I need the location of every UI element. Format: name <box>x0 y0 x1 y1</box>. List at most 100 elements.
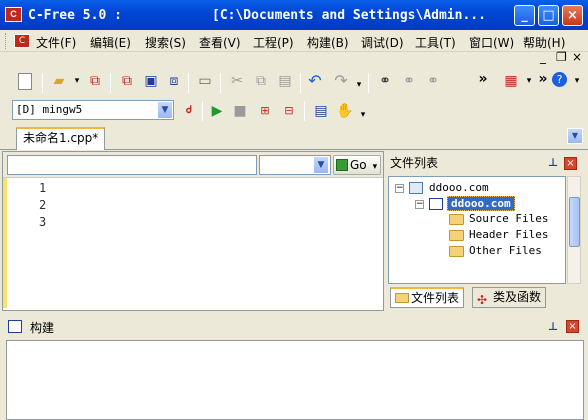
go-dropdown-icon: ▾ <box>372 162 378 172</box>
tab-untitled-cpp[interactable]: 未命名1.cpp* <box>16 127 106 150</box>
save-as-icon[interactable]: ⧉ <box>118 72 136 90</box>
menu-edit[interactable]: 编辑(E) <box>90 34 131 51</box>
class-combo[interactable] <box>7 155 257 175</box>
toolbar-overflow-icon[interactable]: » <box>474 70 492 88</box>
find-next-icon[interactable]: ⚭ <box>400 72 418 90</box>
toolbar-separator <box>368 73 369 93</box>
panel-tabs: 文件列表 ✣ 类及函数 <box>388 287 582 309</box>
menu-search[interactable]: 搜索(S) <box>145 34 186 51</box>
menu-tools[interactable]: 工具(T) <box>415 34 456 51</box>
menu-project[interactable]: 工程(P) <box>253 34 294 51</box>
toolbar-separator <box>202 101 203 121</box>
menu-build[interactable]: 构建(B) <box>307 34 349 51</box>
toolbar-build: [D] mingw5 ▼ Ꮷ ▶ ■ ⊞ ⊟ ▤ ✋ ▾ <box>0 98 588 124</box>
compiler-dropdown-icon[interactable]: ▼ <box>157 101 173 119</box>
tab-file-list[interactable]: 文件列表 <box>390 287 465 308</box>
tree-folder-other[interactable]: Other Files <box>469 244 542 257</box>
menu-file[interactable]: 文件(F) <box>36 34 76 51</box>
maximize-button[interactable]: □ <box>538 5 559 26</box>
open-project-icon[interactable]: ⧉ <box>86 72 104 90</box>
stop-icon[interactable]: ■ <box>231 102 249 120</box>
debug-icon[interactable]: ▤ <box>312 102 330 120</box>
cut-icon[interactable]: ✂ <box>228 72 246 90</box>
help-dropdown-icon[interactable]: ▾ <box>568 72 586 90</box>
compiler-select[interactable]: [D] mingw5 <box>12 100 174 120</box>
paste-icon[interactable]: ▤ <box>276 72 294 90</box>
window-title-path: [C:\Documents and Settings\Admin... <box>212 8 486 23</box>
mdi-controls: _ ❐ × <box>538 50 588 66</box>
title-bar[interactable]: C C-Free 5.0 : [C:\Documents and Setting… <box>0 0 588 30</box>
class-icon: ✣ <box>477 293 488 307</box>
redo-dropdown-icon[interactable]: ▾ <box>350 76 368 94</box>
mdi-minimize-icon[interactable]: _ <box>540 50 546 64</box>
new-file-icon[interactable] <box>18 73 32 90</box>
menu-window[interactable]: 窗口(W) <box>469 34 514 51</box>
tree-root[interactable]: ddooo.com <box>429 181 489 194</box>
toolbar-main: ▰ ▾ ⧉ ⧉ ▣ ⧈ ▭ ✂ ⧉ ▤ ↶ ↷ ▾ ⚭ ⚭ ⚭ » ▦ ▾ » … <box>0 66 588 98</box>
toolbar-separator <box>220 73 221 93</box>
build-icon[interactable]: ⊟ <box>280 102 298 120</box>
open-dropdown-icon[interactable]: ▾ <box>68 72 86 90</box>
file-list-panel: 文件列表 ⊥ × − ddooo.com − ddooo.com Source … <box>386 151 584 311</box>
menu-help[interactable]: 帮助(H) <box>523 34 565 51</box>
find-icon[interactable]: ⚭ <box>376 72 394 90</box>
mdi-restore-icon[interactable]: ❐ <box>556 50 567 64</box>
build-panel-close-icon[interactable]: × <box>566 320 579 333</box>
app-icon[interactable]: C <box>5 7 22 22</box>
run-icon[interactable]: ▶ <box>208 102 226 120</box>
pin-icon[interactable]: ⊥ <box>548 156 558 169</box>
tab-scroll-icon[interactable]: ▼ <box>567 128 583 144</box>
build-panel-icon <box>8 320 22 333</box>
save-icon[interactable]: ▣ <box>142 72 160 90</box>
tree-folder-header[interactable]: Header Files <box>469 228 548 241</box>
build-output[interactable] <box>6 340 584 420</box>
open-folder-icon[interactable]: ▰ <box>50 72 68 90</box>
find-prev-icon[interactable]: ⚭ <box>424 72 442 90</box>
tab-file-list-label: 文件列表 <box>411 291 460 305</box>
folder-icon <box>449 214 464 225</box>
help-icon[interactable]: ? <box>552 72 567 87</box>
close-button[interactable]: × <box>562 5 583 26</box>
undo-icon[interactable]: ↶ <box>306 72 324 90</box>
options-icon[interactable]: ▦ <box>502 72 520 90</box>
toolbar-separator <box>188 73 189 93</box>
compile-run-icon[interactable]: Ꮷ <box>180 102 198 120</box>
hand-icon[interactable]: ✋ <box>336 102 354 120</box>
function-combo-dropdown-icon[interactable]: ▼ <box>313 156 329 174</box>
go-button[interactable]: Go ▾ <box>333 155 381 175</box>
save-all-icon[interactable]: ⧈ <box>165 72 183 90</box>
tab-classes-label: 类及函数 <box>493 290 542 304</box>
tree-scrollbar[interactable] <box>567 176 581 284</box>
collapse-icon[interactable]: − <box>395 184 404 193</box>
panel-close-icon[interactable]: × <box>564 157 577 170</box>
build-panel-title: 构建 <box>30 321 55 335</box>
tree-folder-source[interactable]: Source Files <box>469 212 548 225</box>
menu-view[interactable]: 查看(V) <box>199 34 241 51</box>
toolbar-separator <box>42 73 43 93</box>
tab-label: 未命名1.cpp* <box>23 131 99 145</box>
workspace-icon <box>409 182 423 194</box>
function-bar: ▼ Go ▾ <box>3 152 383 178</box>
print-icon[interactable]: ▭ <box>196 72 214 90</box>
go-label: Go <box>350 158 367 172</box>
build-panel-header: 构建 ⊥ × <box>2 316 584 338</box>
collapse-icon[interactable]: − <box>415 200 424 209</box>
line-number: 2 <box>39 198 47 212</box>
tree-project-selected[interactable]: ddooo.com <box>447 196 515 211</box>
scroll-thumb[interactable] <box>569 197 580 247</box>
menu-debug[interactable]: 调试(D) <box>361 34 404 51</box>
tab-classes-functions[interactable]: ✣ 类及函数 <box>472 287 547 308</box>
menu-grip[interactable] <box>5 33 8 49</box>
compiler-select-value: [D] mingw5 <box>16 103 83 116</box>
toolbar-overflow-icon[interactable]: » <box>534 70 552 88</box>
file-tree[interactable]: − ddooo.com − ddooo.com Source Files Hea… <box>388 176 566 284</box>
compile-icon[interactable]: ⊞ <box>256 102 274 120</box>
document-icon[interactable]: C <box>14 34 30 48</box>
pin-icon[interactable]: ⊥ <box>548 320 558 333</box>
debug-dropdown-icon[interactable]: ▾ <box>354 106 372 124</box>
mdi-close-icon[interactable]: × <box>572 50 582 64</box>
code-area[interactable] <box>47 178 381 308</box>
redo-icon[interactable]: ↷ <box>332 72 350 90</box>
copy-icon[interactable]: ⧉ <box>252 72 270 90</box>
minimize-button[interactable]: _ <box>514 5 535 26</box>
